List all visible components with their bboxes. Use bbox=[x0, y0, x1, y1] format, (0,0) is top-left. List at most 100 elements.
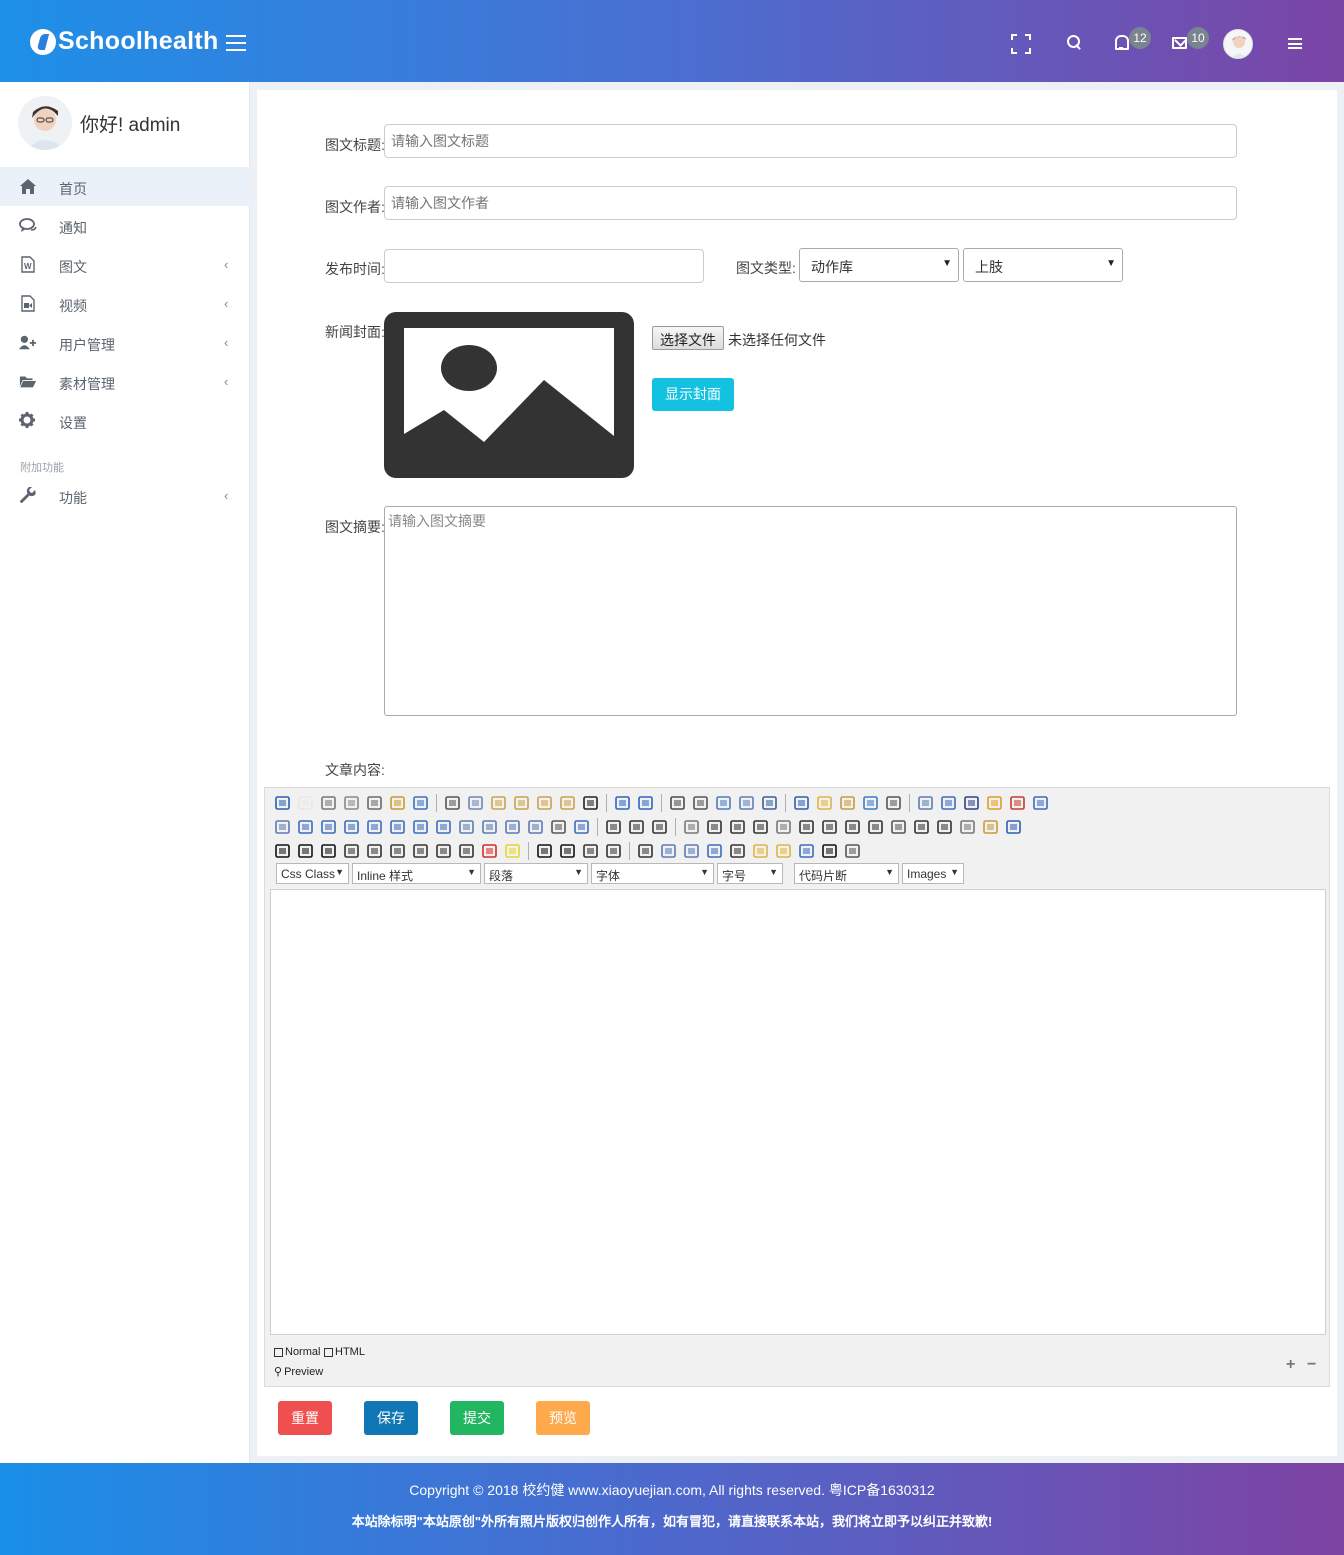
sidebar-item-home[interactable]: 首页 bbox=[0, 167, 250, 206]
insert-col-left-icon[interactable] bbox=[365, 818, 384, 836]
header-avatar[interactable] bbox=[1223, 29, 1253, 59]
spellcheck-icon[interactable] bbox=[411, 794, 430, 812]
image-icon[interactable] bbox=[916, 794, 935, 812]
save-button[interactable]: 保存 bbox=[364, 1401, 418, 1435]
sidebar-toggle-icon[interactable] bbox=[226, 35, 246, 51]
form-icon[interactable] bbox=[682, 818, 701, 836]
text-field-icon[interactable] bbox=[728, 818, 747, 836]
align-center-icon[interactable] bbox=[365, 842, 384, 860]
sidebar-item-materials[interactable]: 素材管理 ‹ bbox=[0, 362, 250, 401]
special-char-icon[interactable] bbox=[792, 794, 811, 812]
sidebar-item-notice[interactable]: 通知 bbox=[0, 206, 250, 245]
eraser-icon[interactable] bbox=[457, 842, 476, 860]
summary-textarea[interactable]: 请输入图文摘要 bbox=[384, 506, 1237, 716]
insert-box-icon[interactable] bbox=[728, 842, 747, 860]
absolute-pos-icon[interactable] bbox=[820, 842, 839, 860]
delete-col-icon[interactable] bbox=[411, 818, 430, 836]
reset-button[interactable]: 重置 bbox=[278, 1401, 332, 1435]
find-icon[interactable] bbox=[342, 794, 361, 812]
choose-file-button[interactable]: 选择文件 bbox=[652, 326, 724, 350]
font-size-dropdown[interactable]: 字号 ▼ bbox=[717, 863, 783, 884]
horizontal-line-icon[interactable] bbox=[958, 818, 977, 836]
highlight-icon[interactable] bbox=[503, 842, 522, 860]
edit-image-icon[interactable] bbox=[939, 794, 958, 812]
table-icon[interactable] bbox=[273, 818, 292, 836]
justify-icon[interactable] bbox=[411, 842, 430, 860]
radio-icon[interactable] bbox=[843, 818, 862, 836]
paste-text-icon[interactable] bbox=[512, 794, 531, 812]
page-break-icon[interactable] bbox=[884, 794, 903, 812]
font-color-icon[interactable] bbox=[480, 842, 499, 860]
link-icon[interactable] bbox=[659, 842, 678, 860]
redo-icon[interactable] bbox=[636, 794, 655, 812]
insert-col-right-icon[interactable] bbox=[388, 818, 407, 836]
sidebar-item-users[interactable]: 用户管理 ‹ bbox=[0, 323, 250, 362]
merge-cells-icon[interactable] bbox=[549, 818, 568, 836]
shrink-editor-icon[interactable]: − bbox=[1307, 1356, 1316, 1374]
sidebar-item-video[interactable]: 视频 ‹ bbox=[0, 284, 250, 323]
editor-content-area[interactable] bbox=[270, 889, 1326, 1335]
merge-right-icon[interactable] bbox=[434, 818, 453, 836]
emoticon-icon[interactable] bbox=[815, 794, 834, 812]
checkbox-group-icon[interactable] bbox=[705, 818, 724, 836]
copy-icon[interactable] bbox=[466, 794, 485, 812]
save-icon[interactable] bbox=[273, 794, 292, 812]
anchor-icon[interactable] bbox=[705, 842, 724, 860]
guide-lines-icon[interactable] bbox=[797, 842, 816, 860]
image-button-icon[interactable] bbox=[889, 818, 908, 836]
unlink-icon[interactable] bbox=[682, 842, 701, 860]
bring-front-icon[interactable] bbox=[751, 842, 770, 860]
normal-mode-tab[interactable]: Normal bbox=[274, 1346, 320, 1358]
preview-button[interactable]: 预览 bbox=[536, 1401, 590, 1435]
template-icon[interactable] bbox=[838, 794, 857, 812]
search-icon[interactable] bbox=[1067, 35, 1081, 49]
lowercase-icon[interactable] bbox=[604, 842, 623, 860]
delete-icon[interactable] bbox=[581, 794, 600, 812]
grid-icon[interactable] bbox=[457, 818, 476, 836]
expand-editor-icon[interactable]: + bbox=[1286, 1356, 1295, 1374]
frame-icon[interactable] bbox=[861, 794, 880, 812]
author-input[interactable] bbox=[384, 186, 1237, 220]
flash-icon[interactable] bbox=[962, 794, 981, 812]
insert-row-above-icon[interactable] bbox=[296, 818, 315, 836]
help-icon[interactable] bbox=[1004, 818, 1023, 836]
insert-list-icon[interactable] bbox=[714, 794, 733, 812]
new-doc-icon[interactable] bbox=[296, 794, 315, 812]
avatar[interactable] bbox=[18, 96, 72, 150]
underline-icon[interactable] bbox=[319, 842, 338, 860]
media-icon[interactable] bbox=[985, 794, 1004, 812]
hidden-icon[interactable] bbox=[751, 818, 770, 836]
split-cell-icon[interactable] bbox=[526, 818, 545, 836]
strike-icon[interactable] bbox=[434, 842, 453, 860]
paste-html-icon[interactable] bbox=[558, 794, 577, 812]
pdf-icon[interactable] bbox=[1008, 794, 1027, 812]
font-family-dropdown[interactable]: 字体 ▼ bbox=[591, 863, 714, 884]
show-cover-button[interactable]: 显示封面 bbox=[652, 378, 734, 411]
time-icon[interactable] bbox=[760, 794, 779, 812]
align-right-icon[interactable] bbox=[388, 842, 407, 860]
table-props-icon[interactable] bbox=[503, 818, 522, 836]
print-preview-icon[interactable] bbox=[365, 794, 384, 812]
italic-icon[interactable] bbox=[296, 842, 315, 860]
cut-icon[interactable] bbox=[443, 794, 462, 812]
template-insert-icon[interactable] bbox=[981, 818, 1000, 836]
right-menu-icon[interactable] bbox=[1288, 38, 1302, 49]
title-input[interactable] bbox=[384, 124, 1237, 158]
sign-alt-icon[interactable] bbox=[935, 818, 954, 836]
subscript-icon[interactable] bbox=[558, 842, 577, 860]
undo-icon[interactable] bbox=[613, 794, 632, 812]
images-dropdown[interactable]: Images ▼ bbox=[902, 863, 964, 884]
type-sub-select[interactable]: 上肢 ▼ bbox=[963, 248, 1123, 282]
preview-mode-tab[interactable]: ⚲ Preview bbox=[274, 1365, 323, 1379]
delete-row-icon[interactable] bbox=[342, 818, 361, 836]
submit-button[interactable]: 提交 bbox=[450, 1401, 504, 1435]
fullscreen-icon[interactable] bbox=[1011, 34, 1031, 54]
password-icon[interactable] bbox=[774, 818, 793, 836]
sidebar-item-article[interactable]: W 图文 ‹ bbox=[0, 245, 250, 284]
date-icon[interactable] bbox=[737, 794, 756, 812]
format-painter-icon[interactable] bbox=[388, 794, 407, 812]
align-list-icon[interactable] bbox=[691, 794, 710, 812]
paste-icon[interactable] bbox=[489, 794, 508, 812]
superscript-icon[interactable] bbox=[535, 842, 554, 860]
find-replace-icon[interactable] bbox=[668, 794, 687, 812]
